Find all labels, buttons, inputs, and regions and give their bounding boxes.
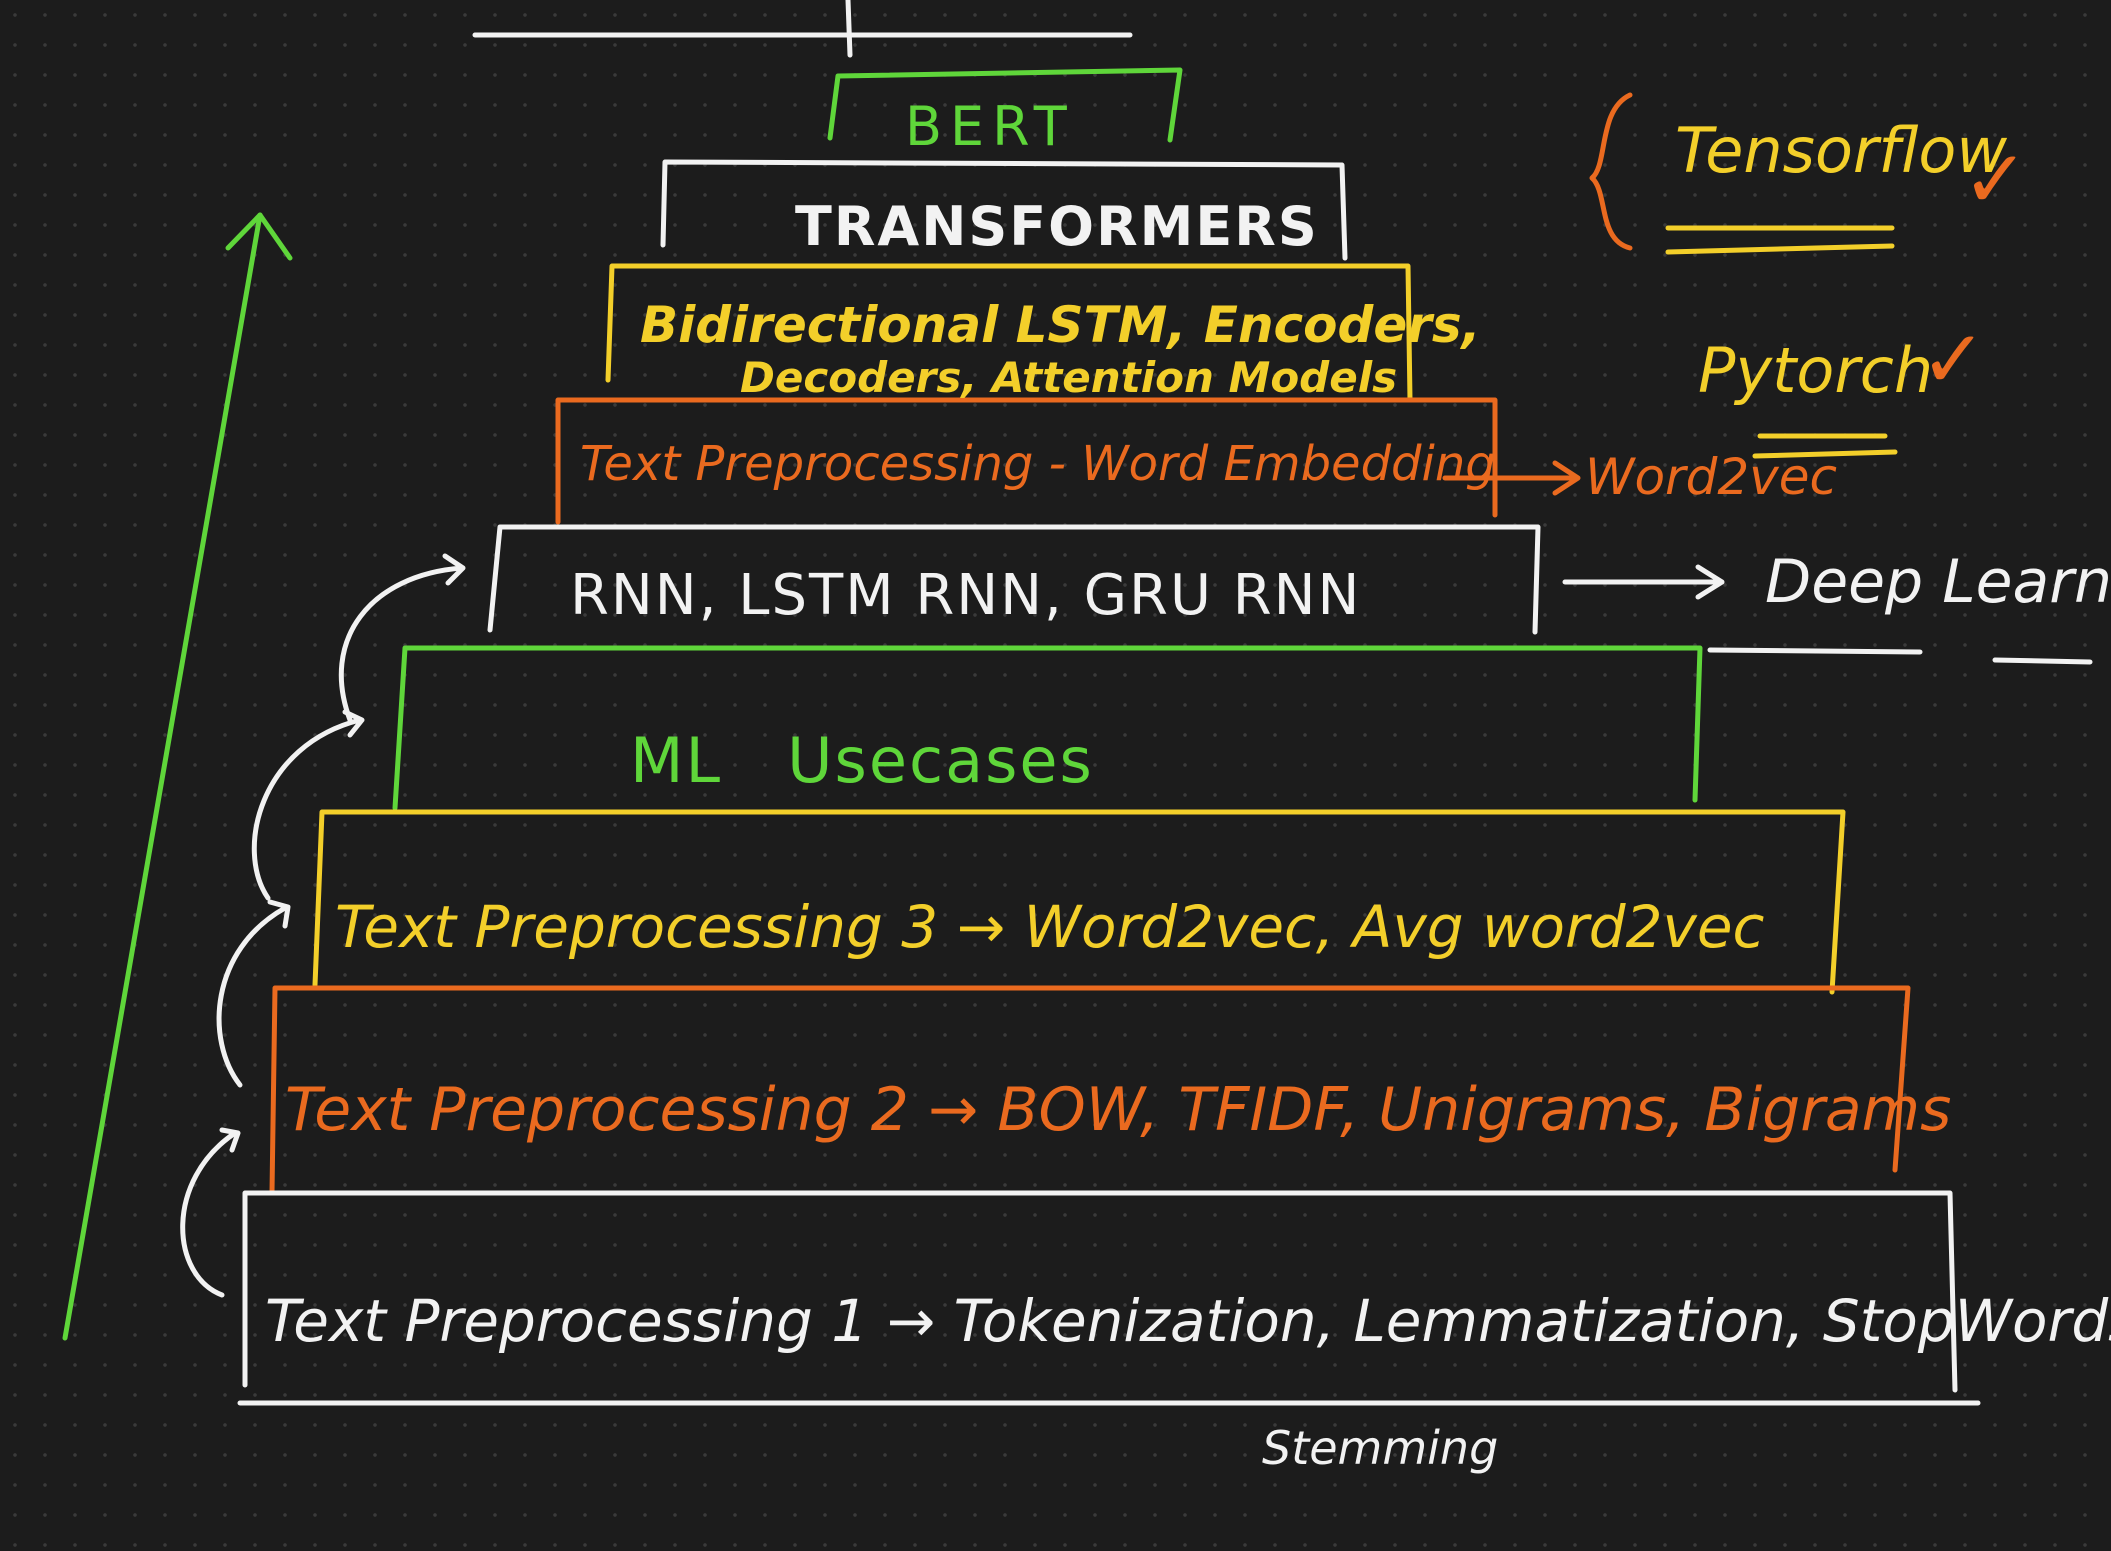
- transformers-label: TRANSFORMERS: [795, 195, 1319, 258]
- tensorflow-label: Tensorflow: [1675, 114, 2008, 187]
- bidirectional-label-line1: Bidirectional LSTM, Encoders,: [640, 296, 1481, 354]
- title-stroke: [845, 0, 853, 58]
- frameworks-brace: [1589, 92, 1633, 251]
- level1-label: Text Preprocessing 1 → Tokenization, Lem…: [265, 1287, 2111, 1355]
- tensorflow-underline-2: [1665, 243, 1895, 255]
- bert-label: BERT: [905, 95, 1075, 158]
- curve-arrow-3: [251, 717, 363, 901]
- tensorflow-check-icon: ✓: [1962, 133, 2030, 226]
- stemming-label: Stemming: [1262, 1421, 1499, 1475]
- rnn-label: RNN, LSTM RNN, GRU RNN: [570, 563, 1362, 628]
- level3-label: Text Preprocessing 3 → Word2vec, Avg wor…: [335, 893, 1765, 961]
- curve-arrow-1: [180, 1130, 238, 1298]
- bidirectional-label-line2: Decoders, Attention Models: [740, 353, 1398, 402]
- word2vec-label: Word2vec: [1585, 448, 1837, 506]
- pytorch-label: Pytorch: [1698, 334, 1934, 407]
- deep-learning-underline-2: [1992, 657, 2093, 665]
- deep-learning-underline-1: [1707, 647, 1923, 655]
- pytorch-check-icon: ✓: [1920, 313, 1988, 406]
- deep-learning-label: Deep Learning: [1765, 547, 2111, 617]
- progress-arrow-shaft: [62, 212, 263, 1341]
- ml-usecases-label: ML Usecases: [630, 724, 1094, 797]
- level2-label: Text Preprocessing 2 → BOW, TFIDF, Unigr…: [285, 1075, 1952, 1145]
- word-embedding-label: Text Preprocessing - Word Embedding: [580, 436, 1496, 492]
- whiteboard-canvas: BERT TRANSFORMERS Bidirectional LSTM, En…: [0, 0, 2111, 1551]
